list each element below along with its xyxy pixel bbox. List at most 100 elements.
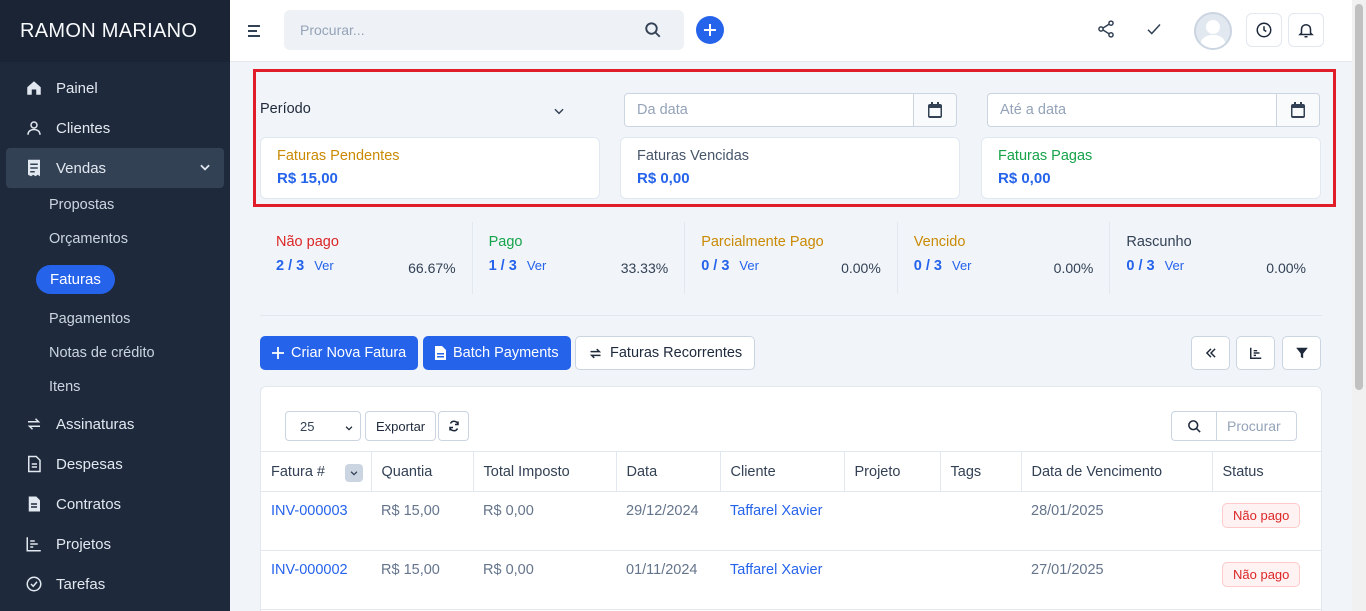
column-header[interactable]: Fatura #	[261, 451, 372, 492]
column-header[interactable]: Data	[616, 451, 721, 492]
stat-view-link[interactable]: Ver	[527, 258, 547, 273]
clock-icon	[1256, 22, 1272, 38]
avatar[interactable]	[1194, 12, 1232, 50]
sidebar-item-despesas[interactable]: Despesas	[6, 444, 224, 484]
sidebar-item-tarefas[interactable]: Tarefas	[6, 564, 224, 604]
quick-create-button[interactable]	[696, 16, 724, 44]
invoice-number-link[interactable]: INV-000003	[261, 491, 371, 551]
brand-name[interactable]: RAMON MARIANO	[0, 0, 230, 62]
stat-percent: 66.67%	[408, 260, 456, 276]
table-search[interactable]: Procurar	[1171, 411, 1297, 441]
table-row[interactable]: INV-000003 R$ 15,00 R$ 0,00 29/12/2024 T…	[261, 491, 1321, 551]
filter-icon	[1295, 347, 1308, 359]
check-icon[interactable]	[1145, 19, 1163, 42]
stat-percent: 0.00%	[1053, 260, 1094, 276]
collapse-button[interactable]	[1191, 336, 1230, 370]
receipt-icon	[24, 158, 44, 178]
sidebar-subitem-notas-de-credito[interactable]: Notas de crédito	[0, 336, 230, 370]
plus-icon	[272, 347, 284, 359]
table-search-input[interactable]: Procurar	[1217, 412, 1281, 440]
highlight-frame	[253, 69, 1336, 207]
sidebar-item-assinaturas[interactable]: Assinaturas	[6, 404, 224, 444]
due-date-cell: 27/01/2025	[1021, 550, 1212, 610]
column-header[interactable]: Cliente	[720, 451, 845, 492]
timer-button[interactable]	[1246, 13, 1282, 47]
stat-title: Parcialmente Pago	[701, 234, 824, 250]
check-circle-icon	[24, 574, 44, 594]
sidebar: RAMON MARIANO Painel Clientes Vendas Pro…	[0, 0, 230, 611]
sidebar-item-label: Despesas	[56, 455, 123, 473]
new-invoice-label: Criar Nova Fatura	[291, 345, 407, 361]
sidebar-item-label: Clientes	[56, 119, 111, 137]
batch-payments-button[interactable]: Batch Payments	[423, 336, 571, 370]
stat-nao-pago: Não pago 2 / 3 Ver 66.67%	[260, 222, 473, 294]
project-cell	[844, 491, 940, 551]
sidebar-item-vendas[interactable]: Vendas	[6, 148, 224, 188]
table-header-row: Fatura # Quantia Total Imposto Data Clie…	[261, 451, 1321, 492]
filter-button[interactable]	[1282, 336, 1321, 370]
stat-percent: 33.33%	[620, 260, 669, 276]
chevron-down-icon	[344, 421, 354, 436]
stat-view-link[interactable]: Ver	[1165, 258, 1185, 273]
amount-cell: R$ 15,00	[371, 550, 473, 610]
per-page-select[interactable]: 25	[285, 411, 361, 441]
double-chevron-left-icon	[1205, 348, 1216, 358]
chart-toggle-button[interactable]	[1236, 336, 1275, 370]
stat-view-link[interactable]: Ver	[314, 258, 334, 273]
column-header[interactable]: Data de Vencimento	[1021, 451, 1213, 492]
sidebar-item-contratos[interactable]: Contratos	[6, 484, 224, 524]
stat-count: 0 / 3	[1126, 258, 1155, 274]
sidebar-nav: Painel Clientes Vendas Propostas Orçamen…	[0, 62, 230, 604]
sidebar-subitem-pagamentos[interactable]: Pagamentos	[0, 302, 230, 336]
stat-view-link[interactable]: Ver	[952, 258, 972, 273]
status-badge: Não pago	[1222, 503, 1301, 528]
sidebar-subitem-faturas[interactable]: Faturas	[0, 256, 230, 302]
stat-pago: Pago 1 / 3 Ver 33.33%	[473, 222, 686, 294]
column-header[interactable]: Tags	[940, 451, 1022, 492]
per-page-value: 25	[300, 418, 315, 434]
file-text-icon	[24, 454, 44, 474]
column-header[interactable]: Quantia	[371, 451, 474, 492]
scrollbar-thumb[interactable]	[1355, 4, 1363, 390]
sidebar-item-label: Projetos	[56, 535, 112, 553]
export-button[interactable]: Exportar	[365, 411, 437, 441]
status-cell: Não pago	[1212, 550, 1321, 610]
table-row[interactable]: INV-000002 R$ 15,00 R$ 0,00 01/11/2024 T…	[261, 550, 1321, 610]
refresh-button[interactable]	[438, 411, 469, 441]
client-link[interactable]: Taffarel Xavier	[720, 550, 844, 610]
sidebar-subitem-orcamentos[interactable]: Orçamentos	[0, 222, 230, 256]
tax-cell: R$ 0,00	[473, 491, 616, 551]
stat-view-link[interactable]: Ver	[739, 258, 759, 273]
recurring-invoices-button[interactable]: Faturas Recorrentes	[575, 336, 756, 370]
invoice-number-link[interactable]: INV-000002	[261, 550, 371, 610]
notifications-button[interactable]	[1288, 13, 1324, 47]
status-stats: Não pago 2 / 3 Ver 66.67% Pago 1 / 3 Ver 3…	[260, 222, 1322, 294]
sidebar-item-projetos[interactable]: Projetos	[6, 524, 224, 564]
sidebar-item-label: Assinaturas	[56, 415, 135, 433]
top-header: Procurar...	[230, 0, 1352, 62]
new-invoice-button[interactable]: Criar Nova Fatura	[260, 336, 419, 370]
sidebar-item-clientes[interactable]: Clientes	[6, 108, 224, 148]
menu-toggle-icon[interactable]	[248, 24, 262, 41]
global-search-input[interactable]: Procurar...	[284, 10, 684, 50]
batch-payments-label: Batch Payments	[453, 345, 559, 361]
sidebar-item-painel[interactable]: Painel	[6, 68, 224, 108]
share-icon[interactable]	[1096, 19, 1116, 42]
sidebar-subitem-propostas[interactable]: Propostas	[0, 188, 230, 222]
search-icon[interactable]	[644, 21, 662, 42]
sidebar-item-label: Vendas	[56, 159, 107, 177]
sort-icon[interactable]	[344, 464, 363, 482]
project-cell	[844, 550, 940, 610]
column-header[interactable]: Projeto	[844, 451, 941, 492]
stat-title: Rascunho	[1126, 234, 1192, 250]
refresh-icon	[448, 420, 459, 432]
stat-title: Vencido	[913, 234, 966, 250]
main-content: Período Da data Até a data Faturas Pende…	[230, 62, 1352, 611]
client-link[interactable]: Taffarel Xavier	[720, 491, 844, 551]
sidebar-subitem-itens[interactable]: Itens	[0, 370, 230, 404]
column-header[interactable]: Status	[1212, 451, 1321, 492]
page-scrollbar[interactable]	[1352, 0, 1366, 611]
tax-cell: R$ 0,00	[473, 550, 616, 610]
search-icon[interactable]	[1172, 412, 1217, 440]
column-header[interactable]: Total Imposto	[473, 451, 617, 492]
